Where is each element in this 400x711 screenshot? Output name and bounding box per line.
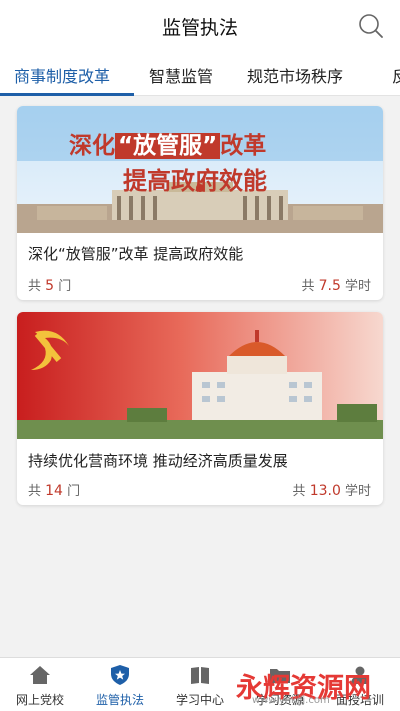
nav-item-supervision[interactable]: 监管执法	[80, 658, 160, 711]
tab-more[interactable]: 反	[392, 63, 400, 87]
banner-headline: 深化 “放管服” 改革	[69, 126, 266, 160]
category-tabs: 商事制度改革 智慧监管 规范市场秩序 反	[0, 50, 400, 96]
course-title[interactable]: 持续优化营商环境 推动经济高质量发展	[28, 450, 288, 471]
hours-value: 7.5	[318, 278, 341, 294]
course-card[interactable]: 深化 “放管服” 改革 提高政府效能 深化“放管服”改革 提高政府效能 共 5 门 …	[17, 106, 383, 300]
hours-suffix: 学时	[340, 484, 371, 499]
hours-suffix: 学时	[340, 279, 371, 294]
search-icon[interactable]	[358, 13, 384, 39]
banner-text-highlight: “放管服”	[115, 133, 221, 159]
banner-text: 深化	[69, 133, 115, 159]
home-icon	[30, 666, 50, 684]
course-count: 共 14 门	[28, 480, 80, 499]
hours-prefix: 共	[301, 279, 319, 294]
course-count: 共 5 门	[28, 275, 71, 294]
count-suffix: 门	[54, 279, 72, 294]
banner-subheadline: 提高政府效能	[123, 167, 267, 195]
tab-market-order[interactable]: 规范市场秩序	[247, 63, 343, 87]
course-title[interactable]: 深化“放管服”改革 提高政府效能	[28, 243, 243, 264]
count-prefix: 共	[28, 279, 46, 294]
page-title: 监管执法	[161, 17, 238, 39]
count-value: 14	[45, 483, 63, 499]
nav-item-learning-center[interactable]: 学习中心	[160, 658, 240, 711]
nav-item-party-school[interactable]: 网上党校	[0, 658, 80, 711]
course-card[interactable]: 持续优化营商环境 推动经济高质量发展 共 14 门 共 13.0 学时	[17, 312, 383, 505]
course-banner-image	[17, 312, 383, 439]
count-value: 5	[45, 278, 55, 294]
nav-label: 学习中心	[175, 693, 224, 707]
app-header: 监管执法	[0, 0, 400, 50]
book-icon	[191, 667, 209, 684]
active-tab-indicator	[0, 93, 134, 96]
banner-text: 改革	[220, 133, 267, 159]
tab-business-reform[interactable]: 商事制度改革	[14, 63, 110, 87]
watermark-url: www.yhkjjj.com	[252, 695, 330, 706]
hours-prefix: 共	[292, 484, 310, 499]
course-hours: 共 7.5 学时	[301, 275, 371, 294]
nav-label: 网上党校	[15, 693, 64, 707]
shield-icon	[111, 665, 129, 685]
course-hours: 共 13.0 学时	[293, 480, 371, 499]
count-prefix: 共	[28, 484, 46, 499]
tab-smart-supervision[interactable]: 智慧监管	[149, 63, 213, 87]
nav-label: 监管执法	[95, 693, 144, 707]
count-suffix: 门	[62, 484, 81, 499]
hours-value: 13.0	[309, 483, 341, 499]
